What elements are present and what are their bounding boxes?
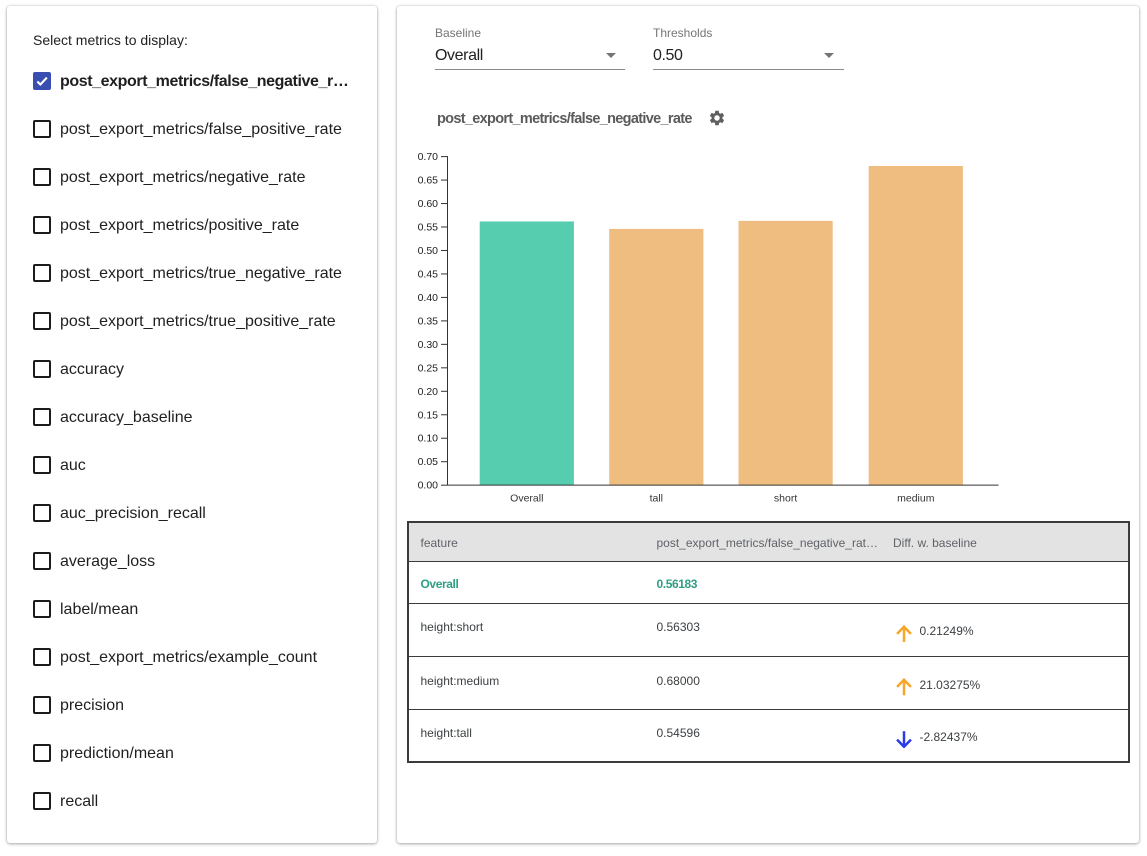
- svg-text:0.00: 0.00: [418, 480, 439, 492]
- svg-text:medium: medium: [897, 493, 935, 505]
- svg-text:tall: tall: [650, 493, 663, 505]
- svg-text:0.70: 0.70: [418, 151, 439, 163]
- svg-text:short: short: [774, 493, 797, 505]
- svg-text:0.20: 0.20: [418, 386, 439, 398]
- svg-text:0.50: 0.50: [418, 245, 439, 257]
- svg-text:0.60: 0.60: [418, 198, 439, 210]
- svg-text:0.05: 0.05: [418, 456, 439, 468]
- svg-text:Overall: Overall: [510, 493, 543, 505]
- svg-text:0.15: 0.15: [418, 409, 439, 421]
- svg-text:0.65: 0.65: [418, 175, 439, 187]
- svg-text:0.25: 0.25: [418, 362, 439, 374]
- svg-text:0.55: 0.55: [418, 222, 439, 234]
- svg-text:0.10: 0.10: [418, 433, 439, 445]
- svg-text:0.30: 0.30: [418, 339, 439, 351]
- svg-text:0.35: 0.35: [418, 315, 439, 327]
- svg-text:0.45: 0.45: [418, 268, 439, 280]
- svg-text:0.40: 0.40: [418, 292, 439, 304]
